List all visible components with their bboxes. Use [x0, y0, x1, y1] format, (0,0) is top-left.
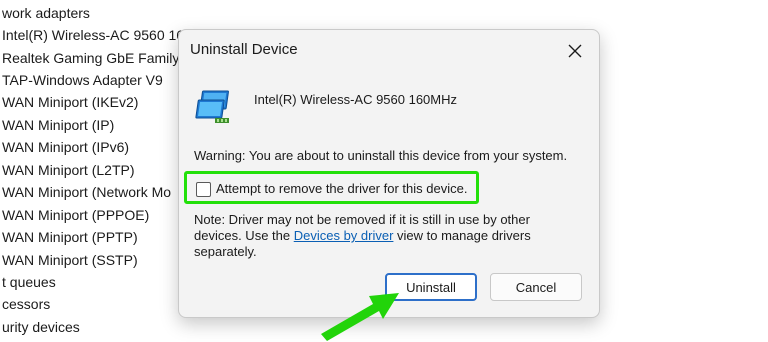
network-adapter-icon — [195, 90, 229, 123]
green-arrow-annotation — [321, 293, 399, 341]
devices-by-driver-link[interactable]: Devices by driver — [294, 228, 394, 243]
cancel-button[interactable]: Cancel — [490, 273, 582, 301]
device-tree-item[interactable]: t queues — [2, 271, 56, 293]
device-tree-item[interactable]: TAP-Windows Adapter V9 — [2, 69, 163, 91]
device-tree-item[interactable]: Intel(R) Wireless-AC 9560 16 — [2, 24, 184, 46]
uninstall-device-dialog: Uninstall Device Intel(R) Wireless-AC 95… — [178, 29, 600, 318]
device-tree-item[interactable]: WAN Miniport (L2TP) — [2, 159, 135, 181]
device-tree-item[interactable]: WAN Miniport (IKEv2) — [2, 91, 138, 113]
device-name: Intel(R) Wireless-AC 9560 160MHz — [254, 92, 458, 107]
device-tree-item[interactable]: WAN Miniport (IP) — [2, 114, 114, 136]
device-tree-item[interactable]: WAN Miniport (Network Mo — [2, 181, 171, 203]
device-tree-item[interactable]: urity devices — [2, 316, 80, 338]
device-tree-item[interactable]: cessors — [2, 293, 50, 315]
remove-driver-label[interactable]: Attempt to remove the driver for this de… — [216, 181, 467, 196]
device-tree-item[interactable]: Realtek Gaming GbE Family — [2, 47, 179, 69]
remove-driver-option[interactable]: Attempt to remove the driver for this de… — [184, 171, 479, 204]
device-tree-item[interactable]: WAN Miniport (PPTP) — [2, 226, 138, 248]
remove-driver-checkbox[interactable] — [196, 182, 211, 197]
device-tree-item[interactable]: WAN Miniport (IPv6) — [2, 136, 129, 158]
warning-text: Warning: You are about to uninstall this… — [194, 148, 568, 163]
dialog-title: Uninstall Device — [190, 41, 298, 58]
device-tree-item[interactable]: work adapters — [2, 2, 90, 24]
close-button[interactable] — [559, 37, 591, 65]
dialog-titlebar: Uninstall Device — [179, 30, 599, 70]
device-tree-item[interactable]: WAN Miniport (SSTP) — [2, 249, 138, 271]
driver-note: Note: Driver may not be removed if it is… — [194, 212, 579, 260]
close-icon — [568, 44, 582, 58]
device-tree-item[interactable]: WAN Miniport (PPPOE) — [2, 204, 149, 226]
